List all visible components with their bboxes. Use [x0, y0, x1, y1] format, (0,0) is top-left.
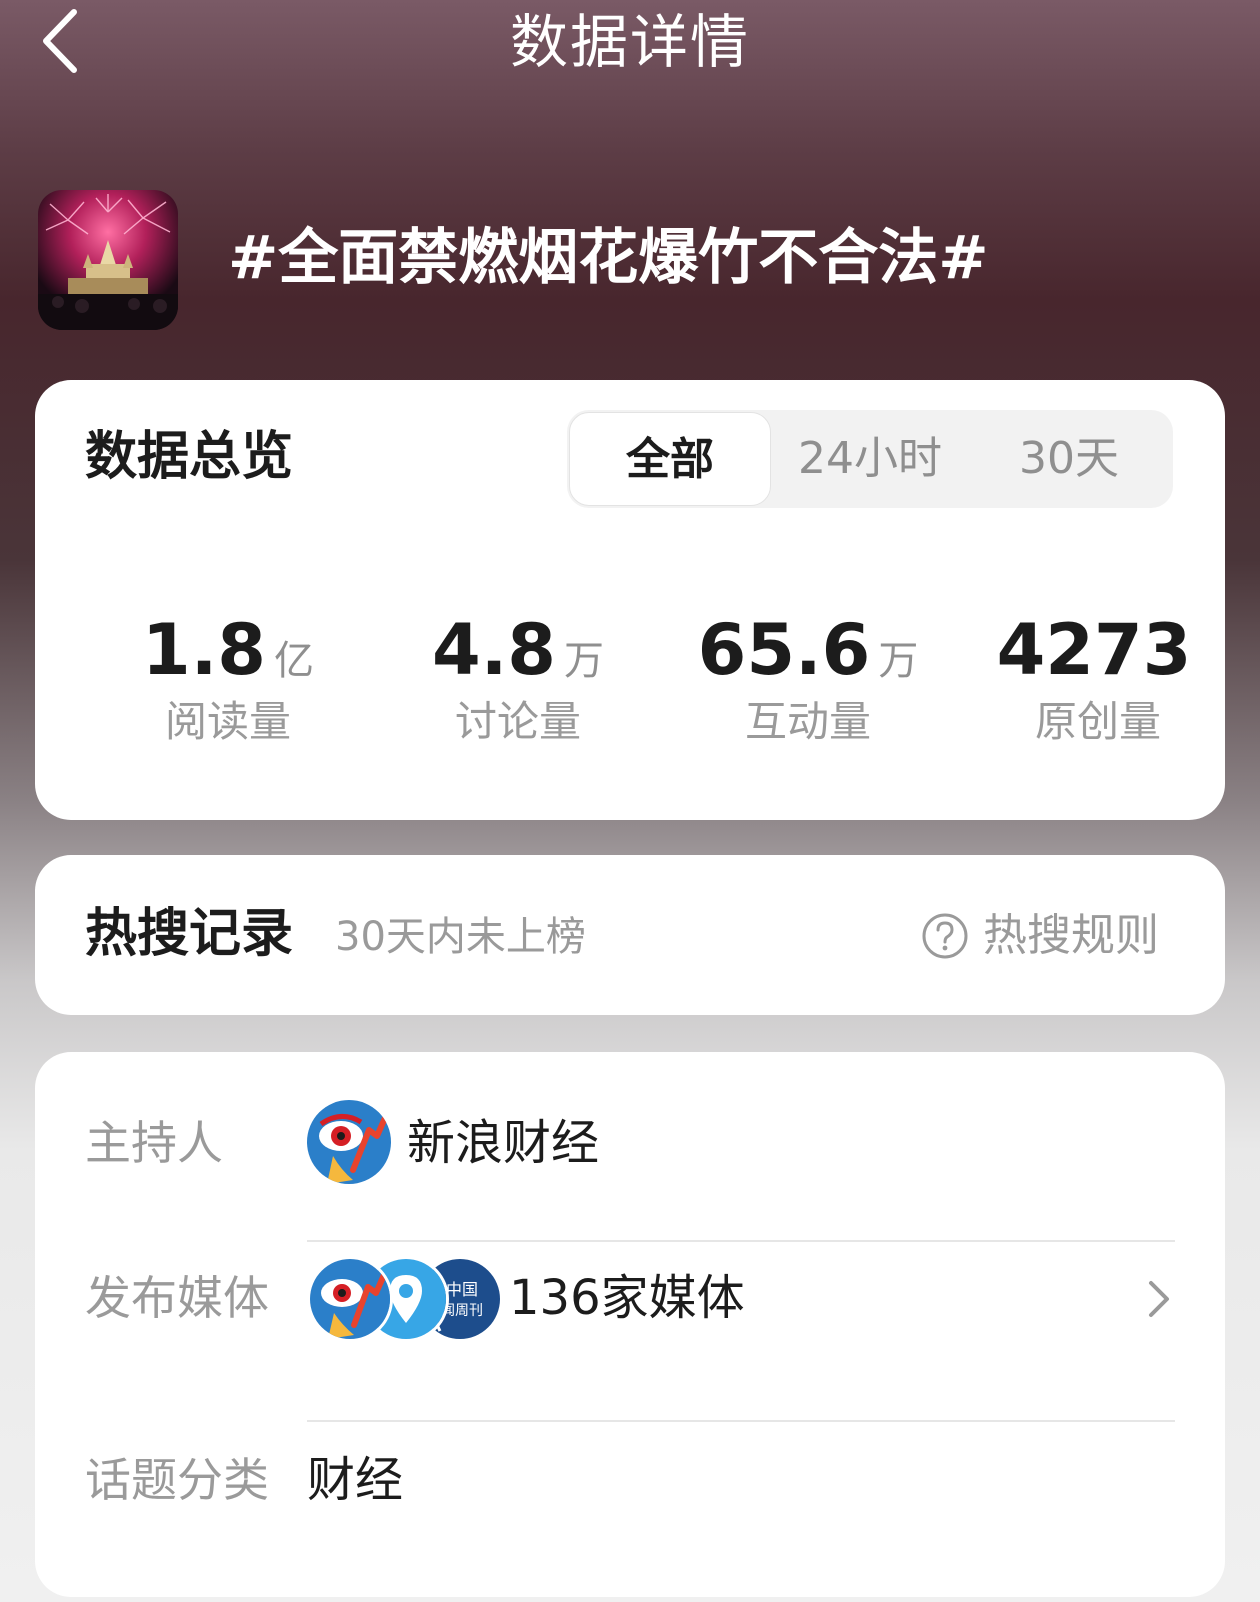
category-label: 话题分类: [85, 1453, 269, 1507]
host-avatar[interactable]: [307, 1100, 391, 1184]
stat-label: 原创量: [1034, 697, 1161, 746]
divider: [307, 1420, 1175, 1422]
hot-search-title: 热搜记录: [85, 904, 294, 964]
tab-24h[interactable]: 24小时: [772, 410, 968, 508]
hot-search-status: 30天内未上榜: [335, 914, 586, 960]
hot-search-card: 热搜记录 30天内未上榜 热搜规则: [35, 855, 1225, 1015]
stat-discussions: 4.8 万 讨论量: [373, 610, 663, 750]
hot-search-rules-label: 热搜规则: [983, 910, 1159, 961]
media-label: 发布媒体: [85, 1271, 269, 1325]
host-name[interactable]: 新浪财经: [407, 1111, 599, 1175]
chevron-right-icon[interactable]: [1143, 1277, 1173, 1321]
page-title: 数据详情: [509, 8, 750, 76]
media-count[interactable]: 136家媒体: [509, 1266, 745, 1330]
stat-unit: 万: [878, 638, 919, 684]
stat-label: 讨论量: [454, 697, 581, 746]
host-label: 主持人: [85, 1116, 223, 1170]
stat-label: 阅读量: [164, 697, 291, 746]
topic-info-card: 主持人 新浪财经 发布媒体 中国 闻周刊 136家媒体 话题分类 财经: [35, 1052, 1225, 1597]
stat-value: 4273: [996, 609, 1192, 691]
question-circle-icon: [922, 913, 968, 959]
stat-value: 1.8: [141, 609, 266, 691]
sina-finance-logo-icon: [307, 1100, 391, 1184]
stat-label: 互动量: [744, 697, 871, 746]
stat-value: 4.8: [431, 609, 556, 691]
svg-text:中国: 中国: [446, 1280, 478, 1299]
stat-unit: 万: [564, 638, 604, 684]
divider: [307, 1240, 1175, 1242]
fireworks-castle-image: [38, 190, 178, 330]
tab-30d[interactable]: 30天: [969, 410, 1169, 508]
stat-reads: 1.8 亿 阅读量: [83, 610, 373, 750]
category-value[interactable]: 财经: [307, 1448, 403, 1512]
sina-finance-logo-icon: [310, 1259, 390, 1339]
topic-title: #全面禁燃烟花爆竹不合法#: [228, 223, 989, 293]
overview-title: 数据总览: [85, 427, 294, 487]
tab-all[interactable]: 全部: [569, 412, 771, 506]
stat-value: 65.6: [697, 609, 871, 691]
stat-originals: 4273 原创量: [953, 610, 1243, 750]
media-avatar-sina-finance: [307, 1256, 393, 1342]
stat-interactions: 65.6 万 互动量: [663, 610, 953, 750]
overview-card: 数据总览 全部 24小时 30天 1.8 亿 阅读量 4.8 万 讨论量 65.6 万…: [35, 380, 1225, 820]
topic-thumbnail: [38, 190, 178, 330]
stat-unit: 亿: [274, 638, 314, 684]
time-range-tabs: 全部 24小时 30天: [567, 410, 1173, 508]
